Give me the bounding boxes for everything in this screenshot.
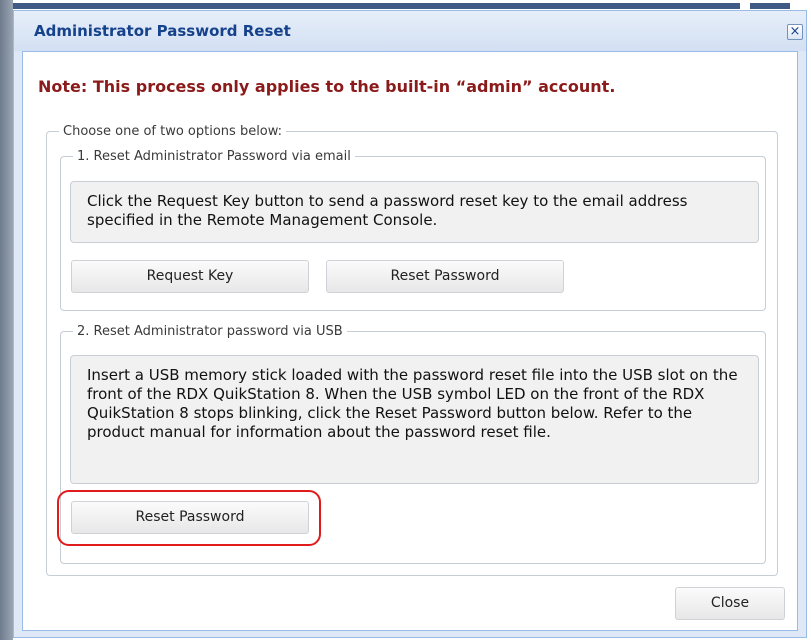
admin-note: Note: This process only applies to the b… xyxy=(38,77,616,96)
dialog-body: Note: This process only applies to the b… xyxy=(22,51,798,631)
usb-reset-legend: 2. Reset Administrator password via USB xyxy=(77,324,343,339)
background-window-edge xyxy=(0,0,13,640)
email-instructions: Click the Request Key button to send a p… xyxy=(70,181,759,243)
options-legend: Choose one of two options below: xyxy=(63,124,283,139)
password-reset-dialog: Administrator Password Reset × Note: Thi… xyxy=(13,10,807,638)
close-icon[interactable]: × xyxy=(787,24,803,40)
background-bar-segment xyxy=(13,3,740,9)
email-reset-password-button[interactable]: Reset Password xyxy=(326,260,564,293)
dialog-title: Administrator Password Reset xyxy=(34,22,291,40)
close-button[interactable]: Close xyxy=(675,587,785,620)
highlight-annotation xyxy=(57,490,321,546)
request-key-button[interactable]: Request Key xyxy=(71,260,309,293)
dialog-titlebar[interactable]: Administrator Password Reset × xyxy=(14,11,806,51)
background-bar-segment xyxy=(750,3,790,9)
background-window-top xyxy=(13,0,811,10)
email-reset-legend: 1. Reset Administrator Password via emai… xyxy=(77,149,351,164)
usb-instructions: Insert a USB memory stick loaded with th… xyxy=(70,355,759,484)
